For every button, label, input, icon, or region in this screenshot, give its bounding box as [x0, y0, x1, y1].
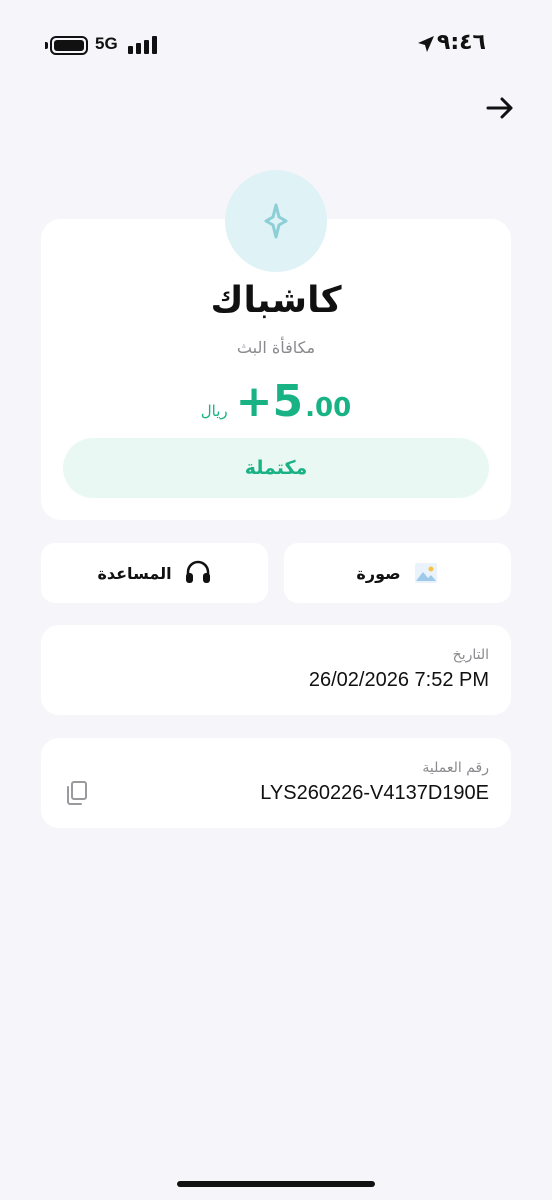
status-time: ٩:٤٦	[436, 30, 486, 55]
transaction-subtitle: مكافأة البث	[236, 338, 316, 357]
currency-label: ريال	[200, 402, 228, 420]
signal-icon	[128, 36, 160, 54]
transaction-amount: ريال +5 .00	[41, 376, 511, 427]
location-arrow-icon	[418, 36, 434, 52]
status-bar: 5G ٩:٤٦	[0, 0, 552, 90]
image-icon	[414, 563, 437, 583]
back-arrow-icon[interactable]	[484, 92, 516, 124]
transaction-title: كاشباك	[210, 280, 342, 321]
reference-value: LYS260226-V4137D190E	[260, 782, 489, 804]
amount-decimal: .00	[305, 393, 352, 423]
date-value: 26/02/2026 7:52 PM	[308, 669, 489, 691]
headset-icon	[185, 560, 210, 583]
date-label: التاريخ	[452, 647, 489, 663]
help-button-label: المساعدة	[97, 563, 172, 583]
image-button-label: صورة	[356, 563, 401, 583]
copy-icon[interactable]	[65, 780, 89, 806]
status-badge: مكتملة	[63, 438, 489, 498]
network-type: 5G	[95, 34, 118, 53]
transaction-detail-screen: 5G ٩:٤٦ كاشباك مكافأة البث ريال +5 .00 م…	[0, 0, 552, 1200]
home-indicator[interactable]	[177, 1181, 375, 1187]
battery-icon	[50, 36, 88, 55]
reference-label: رقم العملية	[422, 760, 489, 776]
help-button[interactable]: المساعدة	[41, 543, 268, 603]
date-card: التاريخ 26/02/2026 7:52 PM	[41, 625, 511, 715]
image-button[interactable]: صورة	[284, 543, 511, 603]
sparkle-icon	[264, 203, 288, 239]
amount-integer: +5	[235, 376, 304, 427]
battery-nub	[45, 42, 48, 49]
reference-card: رقم العملية LYS260226-V4137D190E	[41, 738, 511, 828]
cashback-badge	[225, 170, 327, 272]
